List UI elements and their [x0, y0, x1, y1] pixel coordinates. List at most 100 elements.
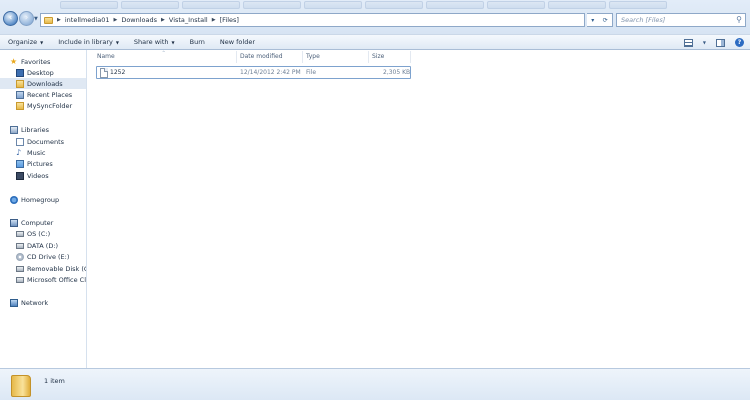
nav-item-label: MySyncFolder: [27, 101, 73, 110]
address-history-dropdown-icon[interactable]: ▾: [591, 17, 594, 24]
change-view-icon[interactable]: [683, 38, 693, 47]
breadcrumb-files[interactable]: [Files]: [220, 16, 239, 24]
organize-menu[interactable]: Organize ▼: [8, 38, 43, 46]
address-bar-row: ‹ › ▼ ▶ intellmedia01 ▶ Downloads ▶ Vist…: [0, 0, 750, 34]
nav-item-cd-drive-e[interactable]: CD Drive (E:): [0, 251, 86, 262]
column-header-size[interactable]: Size: [372, 53, 384, 60]
file-date-modified: 12/14/2012 2:42 PM: [240, 69, 301, 76]
chevron-down-icon[interactable]: ▼: [703, 40, 706, 45]
nav-computer-label: Computer: [21, 218, 54, 227]
share-with-menu[interactable]: Share with ▼: [134, 38, 175, 46]
item-count: 1 item: [44, 377, 65, 385]
nav-item-os-c[interactable]: OS (C:): [0, 228, 86, 239]
nav-item-label: Documents: [27, 137, 65, 146]
breadcrumb-vista-install[interactable]: Vista_Install: [169, 16, 208, 24]
column-header-type[interactable]: Type: [306, 53, 320, 60]
search-icon[interactable]: ⚲: [736, 15, 742, 24]
file-icon: [100, 68, 108, 78]
command-bar-right-tools: ▼ ?: [683, 38, 744, 47]
nav-item-pictures[interactable]: Pictures: [0, 158, 86, 169]
nav-favorites-label: Favorites: [21, 57, 51, 66]
nav-item-label: CD Drive (E:): [27, 252, 70, 261]
chevron-right-icon[interactable]: ▶: [113, 17, 117, 23]
nav-item-removable-disk-g[interactable]: Removable Disk (G:): [0, 263, 86, 274]
recent-places-icon: [16, 90, 24, 99]
chevron-right-icon[interactable]: ▶: [161, 17, 165, 23]
share-with-label: Share with: [133, 38, 169, 46]
star-icon: ★: [10, 56, 18, 66]
details-pane: 1 item: [0, 368, 750, 400]
chevron-right-icon[interactable]: ▶: [57, 17, 61, 23]
nav-item-desktop[interactable]: Desktop: [0, 67, 86, 78]
column-header-name[interactable]: Name: [97, 53, 115, 60]
background-tab: [243, 1, 301, 9]
nav-item-label: Recent Places: [27, 90, 73, 99]
new-folder-button[interactable]: New folder: [220, 38, 255, 46]
nav-computer[interactable]: Computer: [0, 217, 86, 228]
recent-pages-dropdown-icon[interactable]: ▼: [34, 16, 38, 22]
refresh-icon[interactable]: ⟳: [603, 17, 608, 24]
nav-item-documents[interactable]: Documents: [0, 136, 86, 147]
column-divider[interactable]: [368, 51, 369, 63]
file-list-view[interactable]: ^ Name Date modified Type Size 1252 12/1…: [88, 50, 750, 368]
breadcrumb-downloads[interactable]: Downloads: [121, 16, 157, 24]
address-bar-controls: ▾ ⟳: [587, 13, 613, 27]
documents-icon: [16, 137, 24, 146]
preview-pane-icon[interactable]: [716, 38, 725, 47]
include-in-library-menu[interactable]: Include in library ▼: [58, 38, 119, 46]
breadcrumb-intellmedia01[interactable]: intellmedia01: [65, 16, 110, 24]
search-placeholder: Search [Files]: [621, 16, 666, 24]
help-icon[interactable]: ?: [735, 38, 744, 47]
background-tab: [182, 1, 240, 9]
nav-item-mysyncfolder[interactable]: MySyncFolder: [0, 100, 86, 111]
computer-icon: [10, 218, 18, 227]
burn-button[interactable]: Burn: [190, 38, 205, 46]
music-icon: ♪: [16, 147, 22, 157]
nav-item-music[interactable]: ♪ Music: [0, 147, 86, 158]
background-tab: [365, 1, 423, 9]
nav-item-data-d[interactable]: DATA (D:): [0, 240, 86, 251]
folder-icon: [16, 101, 24, 110]
nav-item-microsoft-office[interactable]: Microsoft Office Clic: [0, 274, 87, 285]
search-box[interactable]: Search [Files] ⚲: [616, 13, 746, 27]
background-tab: [60, 1, 118, 9]
background-tab: [548, 1, 606, 9]
background-tab: [609, 1, 667, 9]
nav-libraries[interactable]: Libraries: [0, 124, 86, 135]
nav-item-recent-places[interactable]: Recent Places: [0, 89, 86, 100]
pictures-icon: [16, 159, 24, 168]
column-divider[interactable]: [410, 51, 411, 63]
file-name: 1252: [110, 69, 126, 76]
column-divider[interactable]: [236, 51, 237, 63]
nav-homegroup-label: Homegroup: [21, 195, 60, 204]
nav-item-label: Removable Disk (G:): [27, 264, 86, 273]
back-button[interactable]: ‹: [3, 11, 18, 26]
nav-favorites[interactable]: ★ Favorites: [0, 56, 86, 67]
nav-libraries-label: Libraries: [21, 125, 50, 134]
file-row[interactable]: 1252 12/14/2012 2:42 PM File 2,305 KB: [96, 66, 411, 79]
homegroup-icon: [10, 195, 18, 204]
address-bar[interactable]: ▶ intellmedia01 ▶ Downloads ▶ Vista_Inst…: [40, 13, 585, 27]
column-divider[interactable]: [302, 51, 303, 63]
nav-item-label: Videos: [27, 171, 49, 180]
downloads-folder-icon: [16, 79, 24, 88]
cd-drive-icon: [16, 252, 24, 261]
forward-button[interactable]: ›: [19, 11, 34, 26]
nav-homegroup[interactable]: Homegroup: [0, 194, 86, 205]
chevron-right-icon[interactable]: ▶: [212, 17, 216, 23]
libraries-icon: [10, 125, 18, 134]
chevron-down-icon: ▼: [115, 39, 119, 45]
nav-network[interactable]: Network: [0, 297, 86, 308]
command-bar: Organize ▼ Include in library ▼ Share wi…: [0, 34, 750, 50]
column-header-date-modified[interactable]: Date modified: [240, 53, 283, 60]
folder-icon: [11, 375, 31, 397]
nav-item-videos[interactable]: Videos: [0, 170, 86, 181]
background-window-tabs: [0, 0, 750, 10]
background-tab: [304, 1, 362, 9]
nav-item-downloads[interactable]: Downloads: [0, 78, 86, 89]
include-in-library-label: Include in library: [58, 38, 113, 46]
nav-item-label: Microsoft Office Clic: [27, 275, 87, 284]
burn-label: Burn: [189, 38, 205, 46]
background-tab: [121, 1, 179, 9]
nav-item-label: Pictures: [27, 159, 53, 168]
